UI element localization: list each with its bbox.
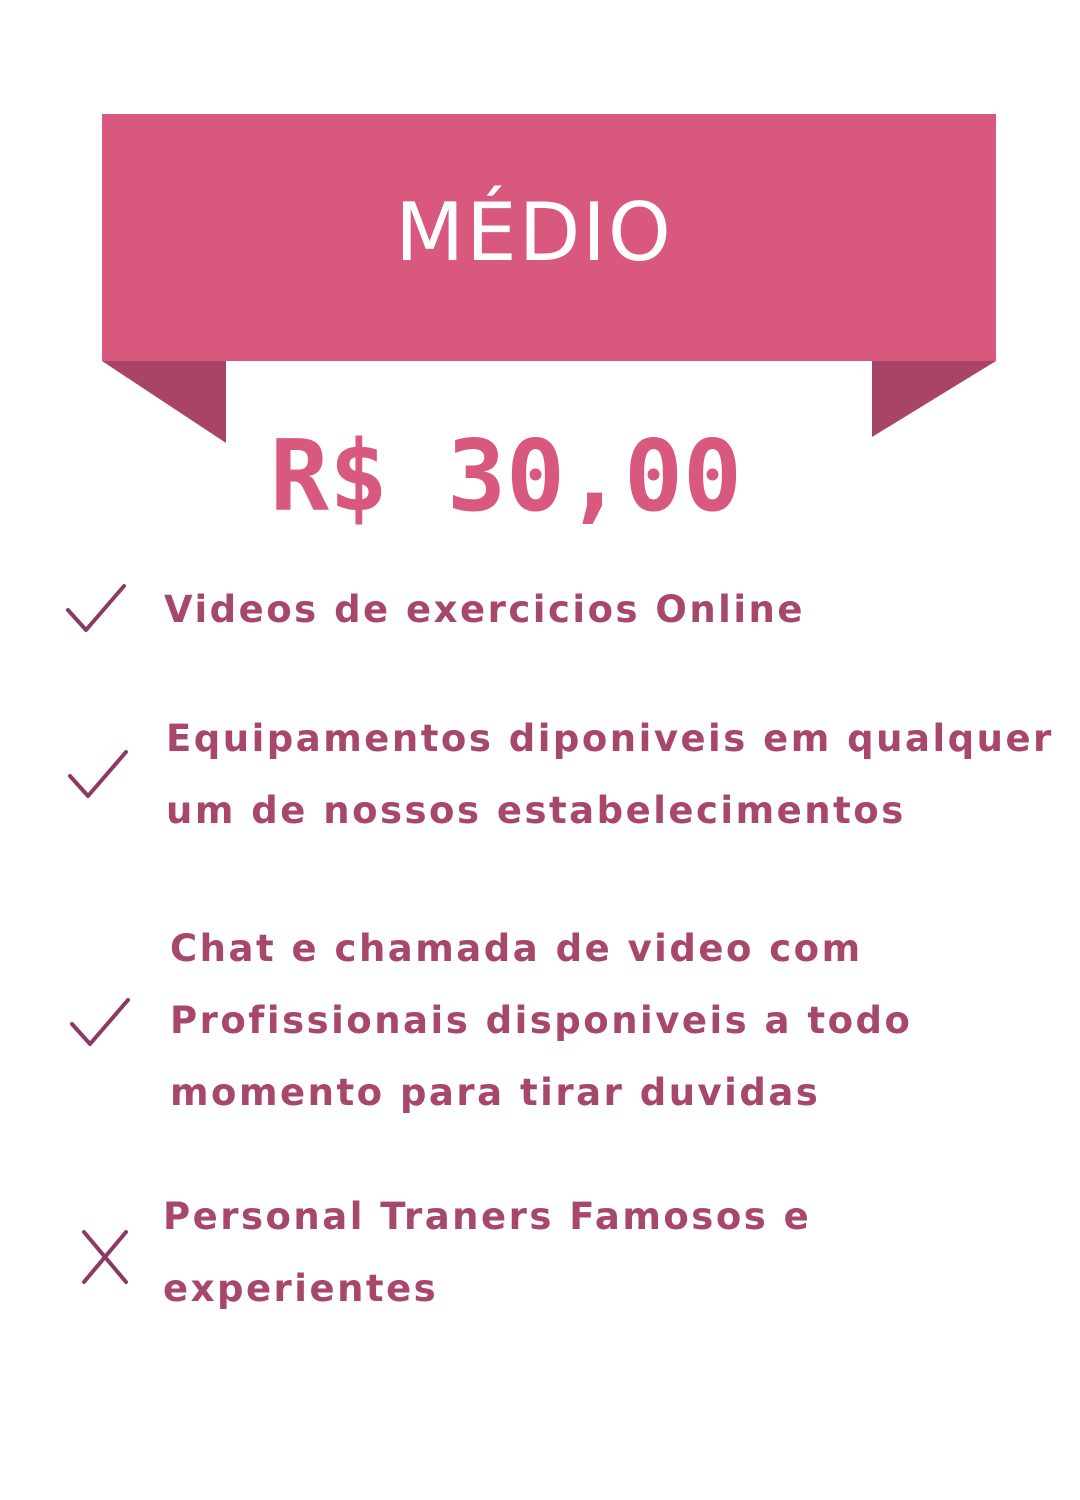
feature-line: Personal Traners Famosos e (163, 1195, 812, 1238)
cross-icon (82, 1230, 128, 1284)
plan-title: MÉDIO (395, 186, 673, 279)
feature-line: Videos de exercicios Online (164, 588, 805, 631)
plan-price: R$ 30,00 (270, 420, 742, 534)
price-text: R$ 30,00 (270, 420, 742, 534)
feature-text: Personal Traners Famosos e experientes (163, 1181, 811, 1325)
feature-line: Profissionais disponiveis a todo (170, 999, 913, 1042)
feature-line: Equipamentos diponiveis em qualquer (166, 717, 1054, 760)
feature-line: um de nossos estabelecimentos (166, 789, 906, 832)
feature-text: Equipamentos diponiveis em qualquer um d… (166, 703, 1054, 847)
feature-line: Chat e chamada de video com (170, 927, 863, 970)
ribbon-fold-left (102, 361, 226, 443)
ribbon-fold-right (872, 361, 996, 437)
feature-line: experientes (163, 1267, 439, 1310)
feature-text: Videos de exercicios Online (164, 574, 805, 646)
feature-text: Chat e chamada de video com Profissionai… (170, 913, 912, 1129)
check-icon (70, 998, 130, 1046)
check-icon (68, 750, 128, 798)
plan-banner: MÉDIO (102, 114, 996, 361)
feature-line: momento para tirar duvidas (170, 1071, 821, 1114)
check-icon (66, 584, 126, 632)
